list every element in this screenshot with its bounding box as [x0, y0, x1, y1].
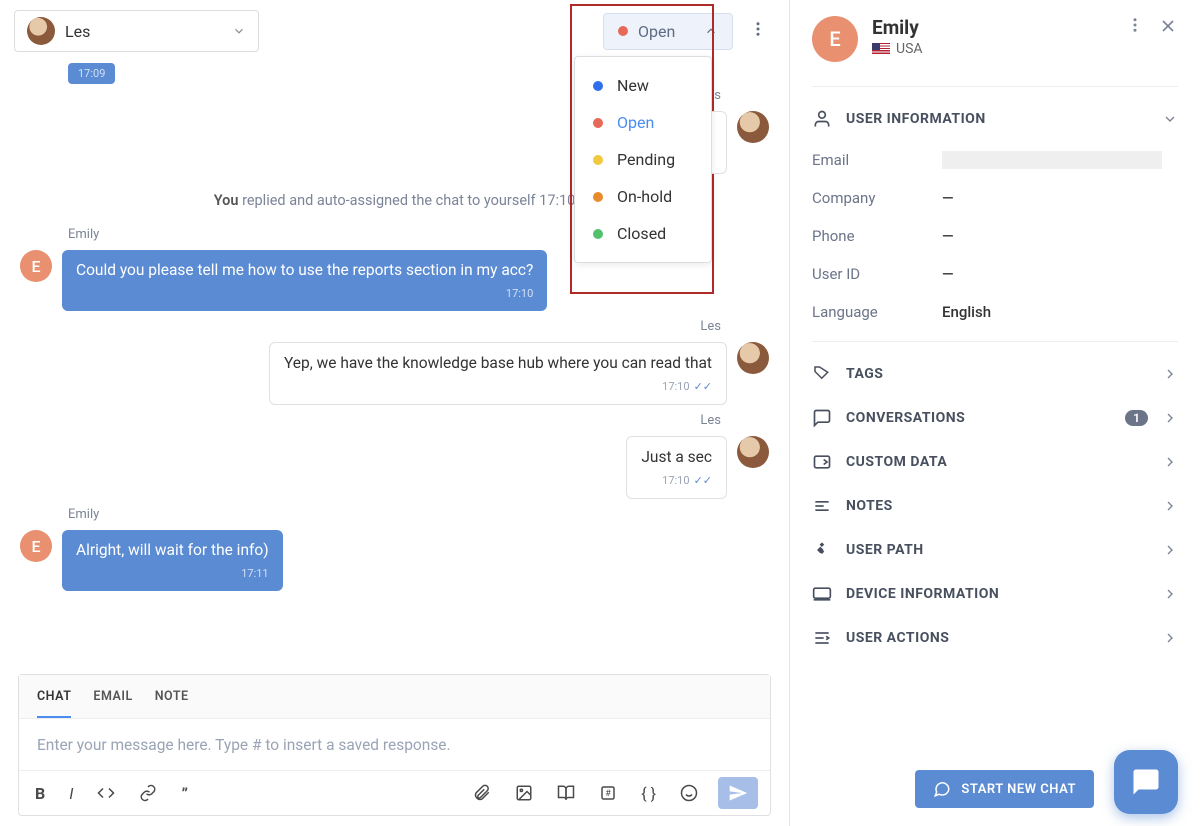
- chat-fab[interactable]: [1114, 750, 1178, 814]
- section-user_info[interactable]: USER INFORMATION: [812, 97, 1178, 141]
- svg-text:#: #: [605, 789, 611, 799]
- composer-tab-note[interactable]: NOTE: [155, 675, 189, 718]
- chevron-right-icon: [1162, 454, 1178, 470]
- link-button[interactable]: [135, 780, 161, 806]
- chat-icon: [933, 780, 951, 798]
- contact-name: Emily: [872, 16, 1112, 39]
- sender-label: Les: [20, 413, 721, 428]
- flag-icon: [872, 43, 890, 55]
- message-avatar: [737, 436, 769, 468]
- emoji-button[interactable]: [676, 780, 702, 806]
- section-notes[interactable]: NOTES: [812, 484, 1178, 528]
- message-bubble: Just a sec17:10 ✓✓: [626, 436, 727, 499]
- agent-name: Les: [65, 22, 222, 41]
- bold-button[interactable]: B: [31, 780, 49, 807]
- composer-tabs: CHAT EMAIL NOTE: [19, 675, 770, 719]
- conversations-badge: 1: [1125, 410, 1148, 426]
- chevron-up-icon: [704, 24, 718, 38]
- info-row-user-id: User ID—: [812, 255, 1178, 293]
- code-button[interactable]: [93, 780, 119, 806]
- chevron-right-icon: [1162, 542, 1178, 558]
- message-avatar: [737, 111, 769, 143]
- more-vertical-icon: [749, 20, 767, 38]
- status-dropdown: NewOpenPendingOn-holdClosed: [574, 56, 712, 263]
- kb-button[interactable]: [553, 780, 579, 806]
- more-vertical-icon[interactable]: [1126, 16, 1144, 34]
- status-dot-pending-icon: [593, 155, 603, 165]
- chevron-down-icon: [232, 24, 246, 38]
- sidebar-sections: USER INFORMATIONEmailCompany—Phone—User …: [812, 97, 1178, 660]
- contact-avatar: E: [812, 16, 858, 62]
- contact-country: USA: [896, 41, 923, 57]
- chat-bubble-icon: [1131, 767, 1161, 797]
- message-row: Yep, we have the knowledge base hub wher…: [20, 342, 769, 405]
- section-tags[interactable]: TAGS: [812, 352, 1178, 396]
- message-avatar: E: [20, 250, 52, 282]
- info-row-phone: Phone—: [812, 217, 1178, 255]
- composer-tab-chat[interactable]: CHAT: [37, 675, 71, 718]
- status-option-on-hold[interactable]: On-hold: [575, 178, 711, 215]
- message-bubble: Could you please tell me how to use the …: [62, 250, 547, 311]
- start-new-chat-label: START NEW CHAT: [961, 782, 1076, 797]
- image-button[interactable]: [511, 780, 537, 806]
- message-avatar: E: [20, 530, 52, 562]
- message-row: E Alright, will wait for the info)17:11: [20, 530, 769, 591]
- section-device[interactable]: DEVICE INFORMATION: [812, 572, 1178, 616]
- status-label: Open: [638, 22, 694, 41]
- message-input[interactable]: [37, 736, 752, 754]
- more-button[interactable]: [741, 14, 775, 48]
- status-dot-open-icon: [593, 118, 603, 128]
- info-row-company: Company—: [812, 179, 1178, 217]
- status-option-closed[interactable]: Closed: [575, 215, 711, 252]
- status-option-pending[interactable]: Pending: [575, 141, 711, 178]
- status-dot-on-hold-icon: [593, 192, 603, 202]
- status-option-open[interactable]: Open: [575, 104, 711, 141]
- chevron-right-icon: [1162, 630, 1178, 646]
- send-button[interactable]: [718, 777, 758, 809]
- message-bubble: Alright, will wait for the info)17:11: [62, 530, 283, 591]
- chevron-right-icon: [1162, 366, 1178, 382]
- status-selector[interactable]: Open: [603, 13, 733, 50]
- status-dot-closed-icon: [593, 229, 603, 239]
- chevron-right-icon: [1162, 498, 1178, 514]
- status-dot: [618, 26, 628, 36]
- message-bubble: Yep, we have the knowledge base hub wher…: [269, 342, 727, 405]
- message-row: Just a sec17:10 ✓✓: [20, 436, 769, 499]
- agent-avatar: [27, 17, 55, 45]
- section-custom_data[interactable]: CUSTOM DATA: [812, 440, 1178, 484]
- timestamp-bubble: 17:09: [68, 63, 115, 84]
- composer-tab-email[interactable]: EMAIL: [93, 675, 132, 718]
- info-row-email: Email: [812, 141, 1178, 179]
- section-actions[interactable]: USER ACTIONS: [812, 616, 1178, 660]
- variable-button[interactable]: { }: [637, 780, 660, 807]
- start-new-chat-button[interactable]: START NEW CHAT: [915, 770, 1094, 808]
- italic-button[interactable]: I: [65, 780, 77, 807]
- agent-selector[interactable]: Les: [14, 10, 259, 52]
- section-user_path[interactable]: USER PATH: [812, 528, 1178, 572]
- status-dot-new-icon: [593, 81, 603, 91]
- saved-response-button[interactable]: #: [595, 780, 621, 806]
- chevron-right-icon: [1162, 410, 1178, 426]
- info-row-language: LanguageEnglish: [812, 293, 1178, 331]
- close-icon[interactable]: [1158, 16, 1178, 36]
- quote-button[interactable]: ”: [177, 780, 192, 807]
- chevron-down-icon: [1162, 111, 1178, 127]
- chevron-right-icon: [1162, 586, 1178, 602]
- composer: CHAT EMAIL NOTE B I ” # { }: [18, 674, 771, 816]
- sender-label: Les: [20, 319, 721, 334]
- message-avatar: [737, 342, 769, 374]
- sender-label: Emily: [68, 507, 769, 522]
- status-option-new[interactable]: New: [575, 67, 711, 104]
- attachment-button[interactable]: [469, 780, 495, 806]
- section-conversations[interactable]: CONVERSATIONS1: [812, 396, 1178, 440]
